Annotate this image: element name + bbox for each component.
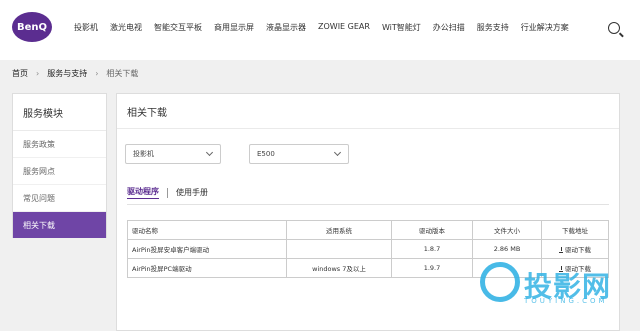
download-link[interactable]: 驱动下载 [541, 239, 609, 259]
nav-item-solutions[interactable]: 行业解决方案 [521, 22, 569, 33]
sidebar-item-faq[interactable]: 常见问题 [13, 185, 106, 212]
download-icon [559, 247, 563, 253]
breadcrumb: 首页 › 服务与支持 › 相关下载 [12, 68, 138, 79]
nav-item-commercial-display[interactable]: 商用显示屏 [214, 22, 254, 33]
nav-item-projector[interactable]: 投影机 [74, 22, 98, 33]
tab-drivers[interactable]: 驱动程序 [127, 186, 159, 199]
column-header-size: 文件大小 [472, 220, 542, 240]
category-select[interactable]: 投影机 [125, 144, 221, 164]
tab-divider [167, 187, 168, 198]
sidebar-title: 服务模块 [13, 94, 106, 131]
table-header-row: 驱动名称 适用系统 驱动版本 文件大小 下载地址 [127, 220, 609, 240]
driver-size: 2.86 MB [472, 239, 542, 259]
nav-item-service[interactable]: 服务支持 [477, 22, 509, 33]
model-select-value: E500 [257, 150, 275, 158]
main-nav: 投影机 激光电视 智能交互平板 商用显示屏 液晶显示器 ZOWIE GEAR W… [74, 22, 569, 33]
watermark: 投影网 TOUYING.COM [480, 262, 620, 312]
column-header-name: 驱动名称 [127, 220, 287, 240]
sidebar-item-locations[interactable]: 服务网点 [13, 158, 106, 185]
driver-name: AirPin投屏安卓客户端驱动 [127, 239, 287, 259]
breadcrumb-current: 相关下载 [106, 69, 139, 78]
breadcrumb-service[interactable]: 服务与支持 [47, 68, 87, 79]
tab-underline [127, 204, 609, 205]
chevron-down-icon [205, 148, 214, 157]
driver-system: windows 7及以上 [286, 258, 392, 278]
tab-manuals[interactable]: 使用手册 [176, 187, 208, 198]
nav-item-scanner[interactable]: 办公扫描 [433, 22, 465, 33]
service-sidebar: 服务模块 服务政策 服务网点 常见问题 相关下载 [12, 93, 107, 238]
column-header-download: 下载地址 [541, 220, 609, 240]
logo-text: BenQ [16, 21, 48, 33]
download-tabs: 驱动程序 使用手册 [127, 186, 208, 199]
nav-item-interactive-panel[interactable]: 智能交互平板 [154, 22, 202, 33]
model-select[interactable]: E500 [249, 144, 349, 164]
panel-title: 相关下载 [117, 94, 619, 129]
column-header-system: 适用系统 [286, 220, 392, 240]
nav-item-wit-lamp[interactable]: WiT智能灯 [382, 22, 421, 33]
chevron-down-icon [333, 148, 342, 157]
breadcrumb-home[interactable]: 首页 [12, 68, 28, 79]
benq-logo[interactable]: BenQ [12, 12, 52, 42]
driver-name: AirPin投屏PC端驱动 [127, 258, 287, 278]
sidebar-item-policy[interactable]: 服务政策 [13, 131, 106, 158]
driver-version: 1.9.7 [391, 258, 473, 278]
search-icon[interactable] [608, 22, 620, 34]
nav-item-laser-tv[interactable]: 激光电视 [110, 22, 142, 33]
nav-item-zowie[interactable]: ZOWIE GEAR [318, 22, 370, 33]
watermark-subtext: TOUYING.COM [524, 297, 608, 305]
table-row: AirPin投屏安卓客户端驱动 1.8.7 2.86 MB 驱动下载 [127, 239, 609, 259]
sidebar-item-downloads[interactable]: 相关下载 [13, 212, 106, 238]
column-header-version: 驱动版本 [391, 220, 473, 240]
category-select-value: 投影机 [133, 150, 154, 158]
watermark-circle-icon [480, 262, 520, 302]
breadcrumb-separator-icon: › [95, 69, 99, 78]
nav-item-monitor[interactable]: 液晶显示器 [266, 22, 306, 33]
breadcrumb-separator-icon: › [36, 69, 40, 78]
top-navbar: BenQ 投影机 激光电视 智能交互平板 商用显示屏 液晶显示器 ZOWIE G… [0, 0, 640, 60]
driver-system [286, 239, 392, 259]
driver-version: 1.8.7 [391, 239, 473, 259]
download-link-label: 驱动下载 [565, 246, 591, 254]
